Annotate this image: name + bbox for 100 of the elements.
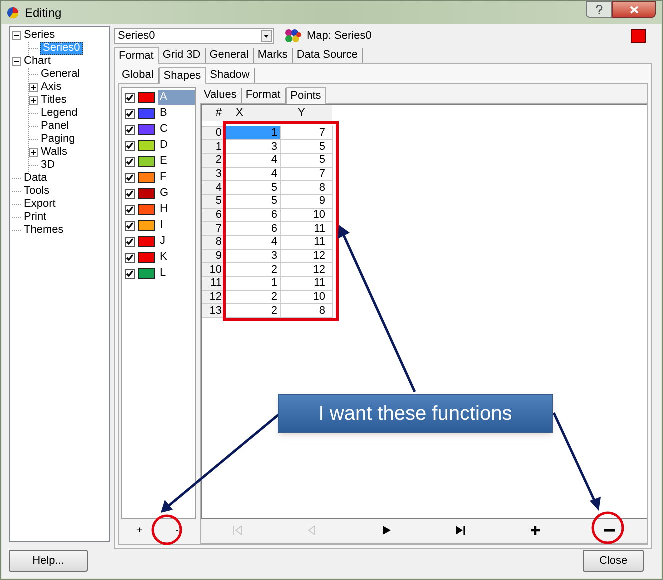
color-swatch[interactable] (138, 188, 155, 199)
tree-item[interactable]: 3D (40, 160, 56, 171)
color-swatch[interactable] (138, 236, 155, 247)
checkbox[interactable] (125, 140, 135, 150)
table-cell[interactable]: 12 (280, 249, 332, 263)
shape-item[interactable]: E (158, 153, 195, 170)
table-cell[interactable]: 2 (226, 290, 280, 304)
tab[interactable]: Values (200, 88, 242, 102)
shape-item[interactable]: K (158, 249, 195, 266)
shape-item[interactable]: F (158, 169, 195, 186)
color-swatch[interactable] (138, 252, 155, 263)
color-swatch[interactable] (138, 140, 155, 151)
add-shape-button[interactable]: + (130, 522, 150, 540)
table-cell[interactable]: 1 (226, 276, 280, 290)
tree-item[interactable]: Axis (40, 82, 63, 93)
table-cell[interactable]: 2 (226, 262, 280, 277)
collapse-icon[interactable] (12, 57, 21, 66)
table-cell[interactable]: 11 (280, 236, 332, 250)
tree-item[interactable]: Data (23, 173, 48, 184)
shape-item[interactable]: H (158, 201, 195, 218)
table-cell[interactable]: 10 (280, 208, 332, 222)
column-header: Y (280, 104, 332, 121)
color-swatch[interactable] (138, 108, 155, 119)
collapse-icon[interactable] (12, 31, 21, 40)
table-cell[interactable]: 1 (226, 126, 280, 140)
color-swatch[interactable] (138, 204, 155, 215)
close-title-button[interactable] (612, 1, 656, 18)
tree-item[interactable]: Chart (23, 56, 52, 67)
tree-item[interactable]: Themes (23, 225, 65, 236)
checkbox[interactable] (125, 188, 135, 198)
highlight-circle (592, 512, 624, 544)
tab[interactable]: Format (114, 46, 159, 64)
tree-item[interactable]: Tools (23, 186, 51, 197)
tree-item[interactable]: Export (23, 199, 57, 210)
color-swatch[interactable] (138, 92, 155, 103)
close-button[interactable]: Close (583, 550, 644, 572)
checkbox[interactable] (125, 204, 135, 214)
checkbox[interactable] (125, 236, 135, 246)
table-cell[interactable]: 7 (280, 126, 332, 140)
color-swatch[interactable] (138, 172, 155, 183)
table-cell[interactable]: 4 (226, 236, 280, 250)
shape-item[interactable]: C (158, 121, 195, 138)
table-cell[interactable]: 10 (280, 290, 332, 304)
checkbox[interactable] (125, 252, 135, 262)
table-cell[interactable]: 3 (226, 249, 280, 263)
color-swatch[interactable] (138, 220, 155, 231)
help-button[interactable]: Help... (9, 550, 88, 572)
tree-item[interactable]: Series (23, 30, 56, 41)
table-cell[interactable]: 11 (280, 276, 332, 290)
tree-item[interactable]: Legend (40, 108, 79, 119)
table-cell[interactable]: 5 (280, 153, 332, 168)
table-cell[interactable]: 5 (226, 194, 280, 208)
remove-shape-button[interactable]: - (167, 522, 188, 540)
expand-icon[interactable] (29, 96, 38, 105)
tab[interactable]: Points (286, 86, 326, 104)
checkbox[interactable] (125, 156, 135, 166)
tree-item[interactable]: Walls (40, 147, 68, 158)
expand-icon[interactable] (29, 83, 38, 92)
tree-item[interactable]: Paging (40, 134, 76, 145)
shape-item[interactable]: B (158, 105, 195, 122)
checkbox[interactable] (125, 172, 135, 182)
checkbox[interactable] (125, 220, 135, 230)
shape-item[interactable]: L (158, 265, 195, 282)
shape-item[interactable]: I (158, 217, 195, 234)
tree-item[interactable]: Print (23, 212, 48, 223)
table-cell[interactable]: 2 (226, 304, 280, 318)
table-cell[interactable]: 4 (226, 167, 280, 181)
color-swatch[interactable] (138, 268, 155, 279)
checkbox[interactable] (125, 108, 135, 118)
series-dropdown[interactable]: Series0 (114, 28, 274, 44)
table-cell[interactable]: 6 (226, 222, 280, 236)
checkbox[interactable] (125, 124, 135, 134)
tree-item[interactable]: Titles (40, 95, 68, 106)
color-swatch[interactable] (138, 156, 155, 167)
table-cell[interactable]: 9 (280, 194, 332, 208)
table-cell[interactable]: 8 (280, 180, 332, 194)
table-cell[interactable]: 11 (280, 222, 332, 236)
table-cell[interactable]: 5 (226, 180, 280, 194)
tree-item[interactable]: General (40, 69, 82, 80)
tab[interactable]: Shapes (158, 66, 206, 84)
expand-icon[interactable] (29, 148, 38, 157)
table-cell[interactable]: 8 (280, 304, 332, 318)
table-cell[interactable]: 12 (280, 262, 332, 277)
help-title-button[interactable] (586, 1, 612, 18)
table-cell[interactable]: 6 (226, 208, 280, 222)
table-cell[interactable]: 3 (226, 140, 280, 154)
shape-item[interactable]: J (158, 233, 195, 250)
color-swatch[interactable] (138, 124, 155, 135)
series-color-button[interactable] (631, 29, 646, 44)
window-title: Editing (25, 4, 62, 22)
table-cell[interactable]: 4 (226, 153, 280, 168)
tree-item[interactable]: Panel (40, 121, 70, 132)
table-cell[interactable]: 5 (280, 140, 332, 154)
dropdown-arrow-icon (264, 34, 269, 38)
checkbox[interactable] (125, 92, 135, 102)
checkbox[interactable] (125, 268, 135, 278)
shape-item[interactable]: D (158, 137, 195, 154)
table-cell[interactable]: 7 (280, 167, 332, 181)
palette-icon[interactable] (284, 29, 302, 44)
shape-item[interactable]: G (158, 185, 195, 202)
